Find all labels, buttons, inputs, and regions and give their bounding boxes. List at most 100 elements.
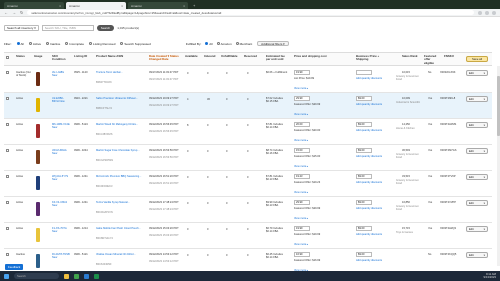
add-quantity-discounts-link[interactable]: Add quantity discounts [356, 207, 386, 210]
search-button[interactable]: Search [96, 24, 115, 31]
chevron-down-icon[interactable]: ▾ [484, 123, 485, 127]
add-quantity-discounts-link[interactable]: Add quantity discounts [356, 181, 386, 184]
chevron-down-icon[interactable]: ▾ [484, 227, 485, 231]
row-product-name[interactable]: Sabio Precision Ultrasonic Diffuser... [96, 97, 144, 100]
row-sku[interactable]: F1-XS-7D7A New [52, 227, 70, 233]
chevron-down-icon[interactable]: ▾ [484, 71, 485, 75]
add-quantity-discounts-link[interactable]: Add quantity discounts [356, 233, 386, 236]
edit-button[interactable]: Edit ▾ [466, 252, 488, 258]
view-more-link[interactable]: View more ▸ [294, 113, 308, 116]
row-checkbox[interactable] [6, 97, 9, 100]
row-product-name[interactable]: McCormick Premium BBQ Seasoning... [96, 175, 144, 178]
reload-icon[interactable]: ↻ [20, 10, 23, 15]
filter-all[interactable]: All [16, 42, 24, 46]
row-checkbox[interactable] [6, 201, 9, 204]
file-explorer-icon[interactable] [64, 273, 69, 279]
profile-icon[interactable] [492, 10, 496, 15]
col-sku[interactable]: SKU Condition [52, 54, 68, 62]
filter-search-suppressed[interactable]: Search Suppressed [120, 42, 151, 46]
row-product-name[interactable]: Martini Wood Kit Mahogany Drinks... [96, 123, 144, 126]
row-checkbox[interactable] [6, 71, 9, 74]
close-icon[interactable]: × [183, 4, 185, 8]
business-price-input[interactable]: $9.00 [356, 200, 372, 205]
edit-button[interactable]: Edit ▾ [466, 70, 488, 76]
view-more-link[interactable]: View more ▸ [294, 139, 308, 142]
col-unfulfillable[interactable]: Unfulfillable [221, 54, 238, 58]
row-sku[interactable]: KF-V4-C8G3 New [52, 201, 70, 207]
row-checkbox[interactable] [6, 175, 9, 178]
col-product[interactable]: Product Name ASIN [96, 54, 136, 58]
chevron-down-icon[interactable]: ▾ [484, 175, 485, 179]
view-more-link[interactable]: View more ▸ [294, 217, 308, 220]
edit-button[interactable]: Edit ▾ [466, 96, 488, 102]
spreadsheet-icon[interactable] [94, 273, 99, 279]
browser-tab[interactable]: Amazon × [128, 2, 188, 9]
url-input[interactable]: sellercentral.amazon.com/inventory/ref=x… [27, 10, 474, 15]
row-product-name[interactable]: Gabe Mobile Fan Plush Cloud Pouch... [96, 227, 144, 230]
row-checkbox[interactable] [6, 123, 9, 126]
price-input[interactable]: 19.99 [294, 70, 310, 75]
business-price-input[interactable] [356, 70, 372, 75]
taskbar-search[interactable]: Search [14, 273, 59, 279]
chevron-down-icon[interactable]: ▾ [484, 253, 485, 257]
add-quantity-discounts-link[interactable]: Add quantity discounts [356, 103, 386, 106]
start-icon[interactable] [4, 273, 9, 279]
view-more-link[interactable]: View more ▸ [294, 191, 308, 194]
business-price-input[interactable]: $9.00 [356, 96, 372, 101]
search-scope-select[interactable]: Search all inventory ▾ [4, 24, 39, 31]
col-date-created[interactable]: Date Created ▾ Status Changed Date [149, 54, 179, 62]
additional-filters-button[interactable]: Additional filters ▾ [257, 40, 289, 47]
filter-active[interactable]: Active [28, 42, 41, 46]
row-checkbox[interactable] [6, 227, 9, 230]
edit-button[interactable]: Edit ▾ [466, 122, 488, 128]
view-more-link[interactable]: View more ▸ [294, 165, 308, 168]
select-all-checkbox[interactable] [6, 56, 9, 59]
col-available[interactable]: Available [185, 54, 198, 58]
col-inbound[interactable]: Inbound [204, 54, 215, 58]
filter-listing-removed[interactable]: Listing Removed [89, 42, 115, 46]
price-input[interactable]: 15.00 [294, 148, 310, 153]
price-input[interactable]: 29.99 [294, 96, 310, 101]
filter-inactive[interactable]: Inactive [46, 42, 60, 46]
row-sku[interactable]: RI-4GT8-TNSB New [52, 253, 70, 259]
row-checkbox[interactable] [6, 149, 9, 152]
edit-button[interactable]: Edit ▾ [466, 200, 488, 206]
extension-icon[interactable] [485, 10, 489, 15]
close-icon[interactable]: × [59, 4, 61, 8]
back-icon[interactable]: ← [4, 10, 8, 15]
fulfilled-merchant[interactable]: Merchant [235, 42, 252, 46]
row-sku[interactable]: M6-1080-XCJE New [52, 123, 70, 129]
browser-tab[interactable]: Amazon × [4, 2, 64, 9]
add-quantity-discounts-link[interactable]: Add quantity discounts [356, 129, 386, 132]
add-quantity-discounts-link[interactable]: Add quantity discounts [356, 155, 386, 158]
save-all-button[interactable]: Save all [466, 56, 488, 62]
row-sku[interactable]: U2-EXBK-B3VH New [52, 97, 70, 103]
add-quantity-discounts-link[interactable]: Add quantity discounts [356, 77, 386, 80]
business-price-input[interactable]: $9.00 [356, 252, 372, 257]
view-more-link[interactable]: View more ▸ [294, 87, 308, 90]
feedback-button[interactable]: Feedback [5, 264, 24, 270]
browser-icon[interactable] [74, 273, 79, 279]
price-input[interactable]: 29.99 [294, 200, 310, 205]
filter-incomplete[interactable]: Incomplete [65, 42, 84, 46]
row-product-name[interactable]: Tincture Tonic Herbal... [96, 71, 144, 74]
chevron-down-icon[interactable]: ▾ [484, 201, 485, 205]
row-sku[interactable]: AV-I-JH8G New [52, 71, 70, 77]
edit-button[interactable]: Edit ▾ [466, 174, 488, 180]
edit-button[interactable]: Edit ▾ [466, 148, 488, 154]
col-price[interactable]: Price and shipping cost [294, 54, 334, 58]
col-est-fee[interactable]: Estimated fee per unit sold [266, 54, 290, 62]
mail-icon[interactable] [84, 273, 89, 279]
fulfilled-all[interactable]: All [205, 42, 213, 46]
col-status[interactable]: Status [16, 54, 25, 58]
search-input[interactable]: Search SKU, Title, ISBN [41, 24, 94, 31]
col-reserved[interactable]: Reserved [244, 54, 257, 58]
row-product-name[interactable]: Vitalise Ocean Mineral Oil 240ml... [96, 253, 144, 256]
browser-tab-active[interactable]: Amazon × [66, 2, 126, 9]
view-more-link[interactable]: View more ▸ [294, 243, 308, 246]
row-sku[interactable]: WQ-DA-5Y7S New [52, 175, 70, 181]
business-price-input[interactable]: $9.00 [356, 174, 372, 179]
row-checkbox[interactable] [6, 253, 9, 256]
business-price-input[interactable]: $9.00 [356, 122, 372, 127]
chevron-down-icon[interactable]: ▾ [484, 149, 485, 153]
